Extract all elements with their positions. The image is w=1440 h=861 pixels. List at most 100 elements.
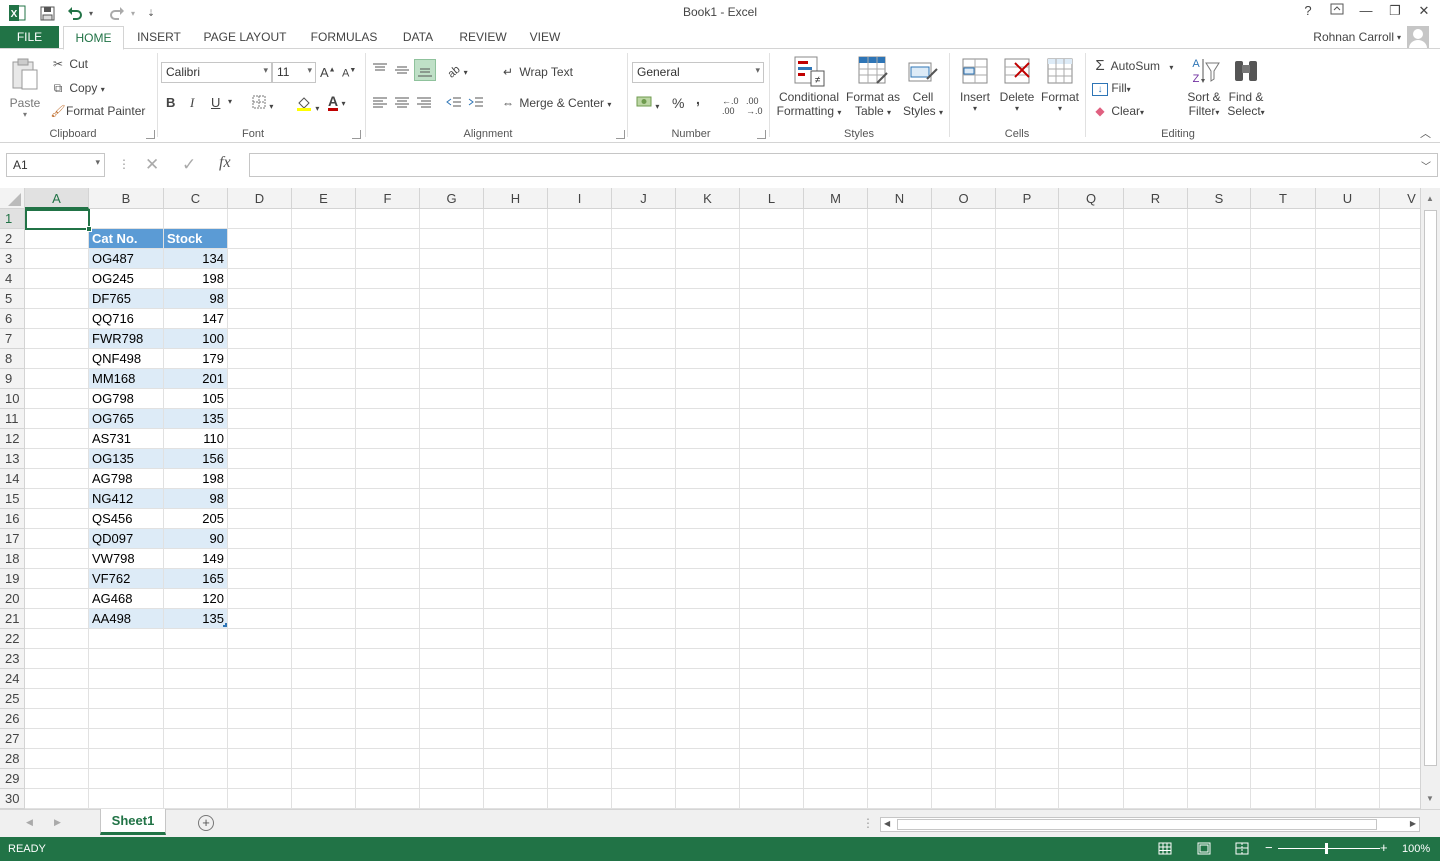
column-header-h[interactable]: H <box>484 188 548 209</box>
column-header-j[interactable]: J <box>612 188 676 209</box>
column-header-m[interactable]: M <box>804 188 868 209</box>
cancel-icon[interactable]: ✕ <box>145 155 159 175</box>
expand-formula-bar-icon[interactable]: ﹀ <box>1421 158 1431 173</box>
horizontal-scrollbar[interactable]: ◀ ▶ <box>880 817 1420 832</box>
format-cells-button[interactable]: Format ▾ <box>1039 55 1081 113</box>
table-cell-stock[interactable]: 205 <box>164 509 227 528</box>
decrease-decimal-icon[interactable]: .00 →.0 <box>746 96 763 116</box>
avatar[interactable] <box>1407 26 1429 48</box>
middle-align-icon[interactable] <box>394 63 410 80</box>
column-header-f[interactable]: F <box>356 188 420 209</box>
paste-button[interactable]: Paste ▾ <box>8 57 42 119</box>
table-cell-cat-no[interactable]: AA498 <box>89 609 163 628</box>
table-cell-cat-no[interactable]: QNF498 <box>89 349 163 368</box>
table-cell-stock[interactable]: 165 <box>164 569 227 588</box>
row-header-14[interactable]: 14 <box>0 469 25 489</box>
sheet-tab[interactable]: Sheet1 <box>100 809 166 835</box>
table-cell-stock[interactable]: 105 <box>164 389 227 408</box>
delete-cells-button[interactable]: Delete ▾ <box>996 55 1038 113</box>
column-header-a[interactable]: A <box>25 188 89 209</box>
column-header-p[interactable]: P <box>996 188 1059 209</box>
fill-button[interactable]: ↓ Fill▾ <box>1092 81 1131 96</box>
column-header-c[interactable]: C <box>164 188 228 209</box>
ribbon-display-button[interactable] <box>1326 3 1348 21</box>
tab-review[interactable]: REVIEW <box>454 26 512 50</box>
table-cell-cat-no[interactable]: AG798 <box>89 469 163 488</box>
format-as-table-button[interactable]: Format as Table ▾ <box>845 55 901 118</box>
table-cell-cat-no[interactable]: DF765 <box>89 289 163 308</box>
find-select-button[interactable]: Find & Select▾ <box>1225 55 1267 118</box>
minimize-button[interactable]: — <box>1355 3 1377 21</box>
page-break-view-icon[interactable] <box>1235 842 1249 858</box>
clear-button[interactable]: ◆ Clear▾ <box>1092 104 1144 118</box>
select-all-corner[interactable] <box>0 188 25 209</box>
tab-view[interactable]: VIEW <box>524 26 566 50</box>
column-header-r[interactable]: R <box>1124 188 1188 209</box>
cell-styles-button[interactable]: Cell Styles ▾ <box>902 55 944 118</box>
column-header-i[interactable]: I <box>548 188 612 209</box>
row-header-8[interactable]: 8 <box>0 349 25 369</box>
align-center-icon[interactable] <box>394 96 410 113</box>
font-name-combo[interactable]: Calibri ▾ <box>161 62 272 83</box>
row-header-9[interactable]: 9 <box>0 369 25 389</box>
column-header-l[interactable]: L <box>740 188 804 209</box>
align-left-icon[interactable] <box>372 96 388 113</box>
table-header-cell[interactable]: Cat No. <box>89 229 163 248</box>
table-cell-stock[interactable]: 98 <box>164 489 227 508</box>
column-header-q[interactable]: Q <box>1059 188 1124 209</box>
font-color-button[interactable]: A ▾ <box>328 94 345 111</box>
table-cell-cat-no[interactable]: VF762 <box>89 569 163 588</box>
row-header-3[interactable]: 3 <box>0 249 25 269</box>
row-header-10[interactable]: 10 <box>0 389 25 409</box>
column-header-d[interactable]: D <box>228 188 292 209</box>
table-cell-stock[interactable]: 135 <box>164 609 227 628</box>
user-dropdown-icon[interactable]: ▾ <box>1394 26 1404 50</box>
row-header-30[interactable]: 30 <box>0 789 25 809</box>
underline-dropdown-icon[interactable]: ▾ <box>228 97 232 106</box>
collapse-ribbon-icon[interactable]: ︿ <box>1420 125 1431 141</box>
table-cell-stock[interactable]: 201 <box>164 369 227 388</box>
tab-page-layout[interactable]: PAGE LAYOUT <box>198 26 292 50</box>
font-launcher-icon[interactable] <box>352 130 361 139</box>
table-cell-stock[interactable]: 179 <box>164 349 227 368</box>
table-cell-cat-no[interactable]: QD097 <box>89 529 163 548</box>
row-header-26[interactable]: 26 <box>0 709 25 729</box>
align-right-icon[interactable] <box>416 96 432 113</box>
decrease-font-icon[interactable]: A▼ <box>342 67 356 80</box>
table-cell-cat-no[interactable]: NG412 <box>89 489 163 508</box>
row-header-11[interactable]: 11 <box>0 409 25 429</box>
prev-sheet-icon[interactable]: ◀ <box>26 817 33 828</box>
table-cell-stock[interactable]: 198 <box>164 469 227 488</box>
table-cell-cat-no[interactable]: OG798 <box>89 389 163 408</box>
table-cell-cat-no[interactable]: MM168 <box>89 369 163 388</box>
row-header-16[interactable]: 16 <box>0 509 25 529</box>
scroll-left-icon[interactable]: ◀ <box>884 819 890 828</box>
row-header-29[interactable]: 29 <box>0 769 25 789</box>
restore-button[interactable]: ❐ <box>1384 3 1406 21</box>
borders-button[interactable]: ▾ <box>252 95 273 112</box>
tab-split-grip-icon[interactable]: ⋮ <box>862 816 874 830</box>
table-cell-cat-no[interactable]: FWR798 <box>89 329 163 348</box>
zoom-in-button[interactable]: + <box>1380 840 1388 855</box>
table-cell-stock[interactable]: 100 <box>164 329 227 348</box>
table-cell-stock[interactable]: 149 <box>164 549 227 568</box>
row-header-13[interactable]: 13 <box>0 449 25 469</box>
row-header-17[interactable]: 17 <box>0 529 25 549</box>
accounting-format-icon[interactable]: ▾ <box>636 95 659 112</box>
row-header-19[interactable]: 19 <box>0 569 25 589</box>
vertical-scroll-thumb[interactable] <box>1424 210 1437 766</box>
help-button[interactable]: ? <box>1297 3 1319 21</box>
conditional-formatting-button[interactable]: ≠ Conditional Formatting ▾ <box>774 55 844 118</box>
normal-view-icon[interactable] <box>1158 842 1172 858</box>
horizontal-scroll-thumb[interactable] <box>897 819 1377 830</box>
table-cell-stock[interactable]: 120 <box>164 589 227 608</box>
row-header-6[interactable]: 6 <box>0 309 25 329</box>
merge-center-button[interactable]: ⇔ Merge & Center ▾ <box>500 96 611 110</box>
fill-color-button[interactable]: ▾ <box>296 95 319 114</box>
new-sheet-button[interactable]: + <box>198 815 214 831</box>
table-cell-stock[interactable]: 110 <box>164 429 227 448</box>
row-header-25[interactable]: 25 <box>0 689 25 709</box>
row-header-28[interactable]: 28 <box>0 749 25 769</box>
tab-data[interactable]: DATA <box>396 26 440 50</box>
table-cell-cat-no[interactable]: OG135 <box>89 449 163 468</box>
